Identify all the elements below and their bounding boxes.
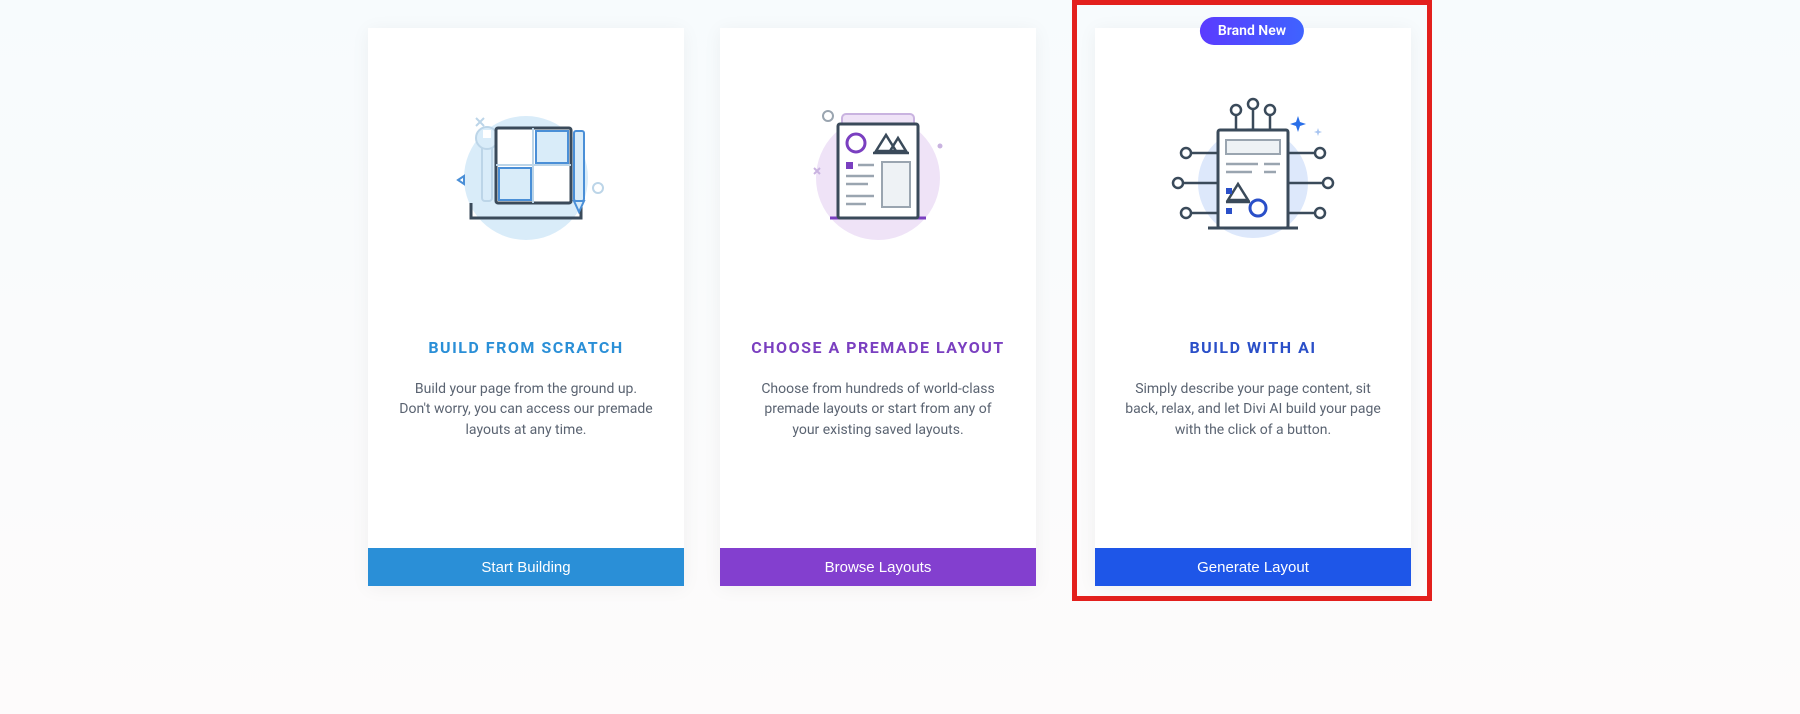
ai-illustration [1095, 28, 1411, 308]
card-title: BUILD WITH AI [1189, 338, 1316, 357]
card-description: Simply describe your page content, sit b… [1095, 379, 1411, 440]
card-build-from-scratch: BUILD FROM SCRATCH Build your page from … [368, 28, 684, 586]
premade-illustration [720, 28, 1036, 308]
premade-layout-icon [778, 88, 978, 268]
build-scratch-icon [426, 88, 626, 268]
card-description: Build your page from the ground up. Don'… [368, 379, 684, 440]
card-build-with-ai: BUILD WITH AI Simply describe your page … [1095, 28, 1411, 586]
card-premade-layout: CHOOSE A PREMADE LAYOUT Choose from hund… [720, 28, 1036, 586]
brand-new-badge: Brand New [1200, 17, 1304, 45]
generate-layout-button[interactable]: Generate Layout [1095, 548, 1411, 586]
highlighted-card-frame: Brand New [1072, 0, 1432, 601]
layout-options-container: BUILD FROM SCRATCH Build your page from … [368, 28, 1432, 601]
scratch-illustration [368, 28, 684, 308]
card-title: CHOOSE A PREMADE LAYOUT [751, 338, 1004, 357]
card-title: BUILD FROM SCRATCH [428, 338, 623, 357]
browse-layouts-button[interactable]: Browse Layouts [720, 548, 1036, 586]
start-building-button[interactable]: Start Building [368, 548, 684, 586]
build-ai-icon [1148, 88, 1358, 268]
card-description: Choose from hundreds of world-class prem… [720, 379, 1036, 440]
